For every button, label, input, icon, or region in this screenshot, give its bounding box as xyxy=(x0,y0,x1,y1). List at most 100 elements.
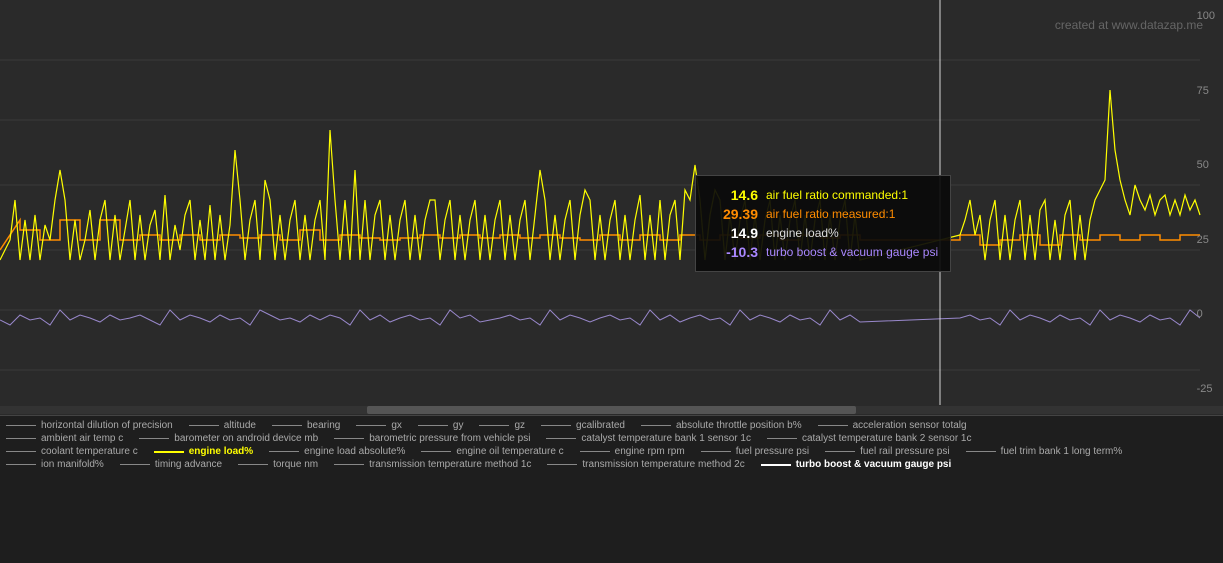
legend-line-engine-load xyxy=(154,451,184,453)
legend-item-baro-vehicle[interactable]: barometric pressure from vehicle psi xyxy=(334,433,530,444)
tooltip-label-0: air fuel ratio commanded:1 xyxy=(766,188,908,202)
legend-item-gx[interactable]: gx xyxy=(356,420,402,431)
y-label-25: 25 xyxy=(1197,234,1215,246)
legend-item-turbo-boost[interactable]: turbo boost & vacuum gauge psi xyxy=(761,459,952,470)
legend-row-2: coolant temperature c engine load% engin… xyxy=(6,446,1217,457)
legend-line-accel-total xyxy=(818,425,848,426)
chart-svg xyxy=(0,0,1223,405)
legend-line-baro-android xyxy=(139,438,169,439)
tooltip-value-1: 29.39 xyxy=(708,206,758,222)
legend-item-timing-advance[interactable]: timing advance xyxy=(120,459,222,470)
legend-line-gy xyxy=(418,425,448,426)
legend-item-hdop[interactable]: horizontal dilution of precision xyxy=(6,420,173,431)
legend-item-trans-temp2[interactable]: transmission temperature method 2c xyxy=(547,459,744,470)
legend-line-ambient-air xyxy=(6,438,36,439)
tooltip-value-3: -10.3 xyxy=(708,244,758,260)
tooltip-value-2: 14.9 xyxy=(708,225,758,241)
legend-line-engine-load-abs xyxy=(269,451,299,452)
legend-line-ion-manifold xyxy=(6,464,36,465)
legend-line-cat-b1s1 xyxy=(546,438,576,439)
legend-item-ambient-air[interactable]: ambient air temp c xyxy=(6,433,123,444)
legend-row-0: horizontal dilution of precision altitud… xyxy=(6,420,1217,431)
legend-item-fuel-trim-lt[interactable]: fuel trim bank 1 long term% xyxy=(966,446,1123,457)
legend-label-bearing: bearing xyxy=(307,420,340,431)
legend-row-1: ambient air temp c barometer on android … xyxy=(6,433,1217,444)
scrollbar-thumb[interactable] xyxy=(367,406,856,414)
legend-line-altitude xyxy=(189,425,219,426)
chart-tooltip: 14.6 air fuel ratio commanded:1 29.39 ai… xyxy=(695,175,951,272)
legend-label-turbo-boost: turbo boost & vacuum gauge psi xyxy=(796,459,952,470)
legend-line-gcal xyxy=(541,425,571,426)
legend-item-baro-android[interactable]: barometer on android device mb xyxy=(139,433,318,444)
legend-label-fuel-rail: fuel rail pressure psi xyxy=(860,446,949,457)
legend-label-hdop: horizontal dilution of precision xyxy=(41,420,173,431)
legend-line-fuel-rail xyxy=(825,451,855,452)
legend-label-cat-b2s1: catalyst temperature bank 2 sensor 1c xyxy=(802,433,972,444)
legend-line-fuel-trim-lt xyxy=(966,451,996,452)
legend-label-ambient-air: ambient air temp c xyxy=(41,433,123,444)
legend-label-baro-vehicle: barometric pressure from vehicle psi xyxy=(369,433,530,444)
legend-item-gcal[interactable]: gcalibrated xyxy=(541,420,625,431)
legend-item-cat-b2s1[interactable]: catalyst temperature bank 2 sensor 1c xyxy=(767,433,972,444)
y-label-75: 75 xyxy=(1197,85,1215,97)
legend-label-abs-throttle-b: absolute throttle position b% xyxy=(676,420,802,431)
y-label-0: 0 xyxy=(1197,308,1215,320)
tooltip-label-1: air fuel ratio measured:1 xyxy=(766,207,895,221)
legend-item-trans-temp1[interactable]: transmission temperature method 1c xyxy=(334,459,531,470)
tooltip-row-3: -10.3 turbo boost & vacuum gauge psi xyxy=(708,244,938,260)
legend-item-engine-load-abs[interactable]: engine load absolute% xyxy=(269,446,405,457)
legend-item-fuel-pressure[interactable]: fuel pressure psi xyxy=(701,446,809,457)
legend-label-trans-temp2: transmission temperature method 2c xyxy=(582,459,744,470)
legend-line-hdop xyxy=(6,425,36,426)
legend-line-trans-temp1 xyxy=(334,464,364,465)
legend-line-gz xyxy=(479,425,509,426)
legend-label-ion-manifold: ion manifold% xyxy=(41,459,104,470)
legend-line-turbo-boost xyxy=(761,464,791,466)
tooltip-row-0: 14.6 air fuel ratio commanded:1 xyxy=(708,187,938,203)
legend-label-gcal: gcalibrated xyxy=(576,420,625,431)
legend-line-bearing xyxy=(272,425,302,426)
legend-label-engine-load: engine load% xyxy=(189,446,253,457)
legend-label-trans-temp1: transmission temperature method 1c xyxy=(369,459,531,470)
legend-item-cat-b1s1[interactable]: catalyst temperature bank 1 sensor 1c xyxy=(546,433,751,444)
tooltip-value-0: 14.6 xyxy=(708,187,758,203)
legend-item-oil-temp[interactable]: engine oil temperature c xyxy=(421,446,563,457)
legend-item-engine-load[interactable]: engine load% xyxy=(154,446,253,457)
tooltip-label-3: turbo boost & vacuum gauge psi xyxy=(766,245,938,259)
legend-line-baro-vehicle xyxy=(334,438,364,439)
y-axis-labels: 100 75 50 25 0 -25 xyxy=(1197,0,1215,405)
legend-line-torque xyxy=(238,464,268,465)
legend-item-coolant[interactable]: coolant temperature c xyxy=(6,446,138,457)
legend-item-accel-total[interactable]: acceleration sensor totalg xyxy=(818,420,967,431)
legend-item-fuel-rail[interactable]: fuel rail pressure psi xyxy=(825,446,949,457)
legend-label-rpm: engine rpm rpm xyxy=(615,446,685,457)
legend-line-fuel-pressure xyxy=(701,451,731,452)
legend-item-ion-manifold[interactable]: ion manifold% xyxy=(6,459,104,470)
legend-item-abs-throttle-b[interactable]: absolute throttle position b% xyxy=(641,420,802,431)
legend-line-rpm xyxy=(580,451,610,452)
tooltip-row-1: 29.39 air fuel ratio measured:1 xyxy=(708,206,938,222)
legend-label-baro-android: barometer on android device mb xyxy=(174,433,318,444)
legend-line-abs-throttle-b xyxy=(641,425,671,426)
legend-item-gz[interactable]: gz xyxy=(479,420,525,431)
legend-area: horizontal dilution of precision altitud… xyxy=(0,415,1223,563)
legend-label-timing-advance: timing advance xyxy=(155,459,222,470)
legend-label-cat-b1s1: catalyst temperature bank 1 sensor 1c xyxy=(581,433,751,444)
legend-item-gy[interactable]: gy xyxy=(418,420,464,431)
chart-scrollbar[interactable] xyxy=(0,406,1223,414)
legend-item-rpm[interactable]: engine rpm rpm xyxy=(580,446,685,457)
legend-label-fuel-trim-lt: fuel trim bank 1 long term% xyxy=(1001,446,1123,457)
legend-label-fuel-pressure: fuel pressure psi xyxy=(736,446,809,457)
legend-item-altitude[interactable]: altitude xyxy=(189,420,256,431)
legend-label-gy: gy xyxy=(453,420,464,431)
tooltip-row-2: 14.9 engine load% xyxy=(708,225,938,241)
legend-line-gx xyxy=(356,425,386,426)
chart-container: created at www.datazap.me 100 75 50 25 0… xyxy=(0,0,1223,405)
legend-label-engine-load-abs: engine load absolute% xyxy=(304,446,405,457)
legend-label-oil-temp: engine oil temperature c xyxy=(456,446,563,457)
legend-item-torque[interactable]: torque nm xyxy=(238,459,318,470)
legend-line-coolant xyxy=(6,451,36,452)
legend-line-trans-temp2 xyxy=(547,464,577,465)
legend-item-bearing[interactable]: bearing xyxy=(272,420,340,431)
legend-line-cat-b2s1 xyxy=(767,438,797,439)
